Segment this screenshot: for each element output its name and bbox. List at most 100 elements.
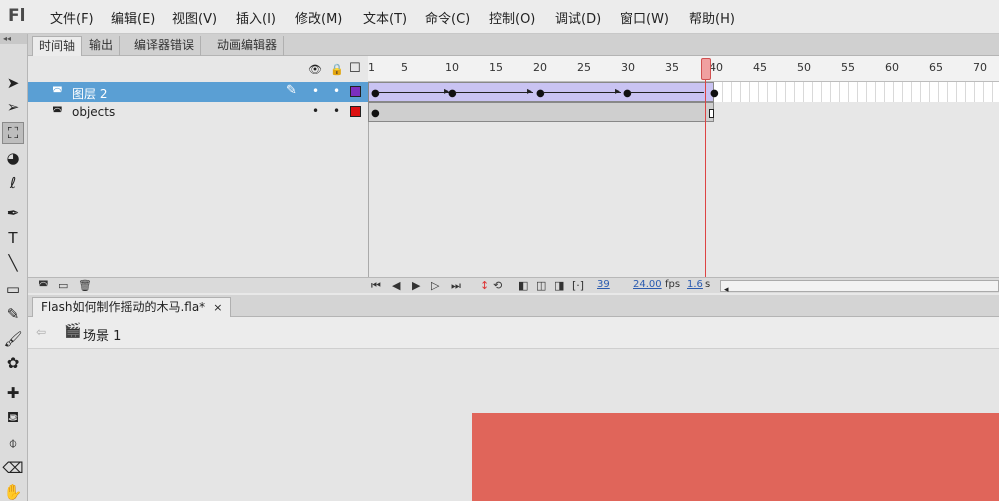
stage-canvas[interactable] (472, 413, 999, 501)
new-folder-icon[interactable]: ▭ (58, 279, 68, 292)
text-tool-icon[interactable]: T (2, 227, 24, 249)
tab-compiler-errors[interactable]: 编译器错误 (128, 36, 202, 56)
panel-tab-bar: 时间轴 输出 编译器错误 动画编辑器 (28, 34, 999, 56)
bone-tool-icon[interactable]: ✚ (2, 382, 24, 404)
layer-name[interactable]: 图层 2 (72, 85, 107, 102)
pencil-tool-icon[interactable]: ✎ (2, 303, 24, 325)
subselection-tool-icon[interactable]: ➢ (2, 96, 24, 118)
frame-ruler[interactable]: 1 5 10 15 20 25 30 35 40 45 50 55 60 65 … (368, 56, 999, 82)
center-frame-icon[interactable]: ↕ (480, 279, 489, 292)
frames-row[interactable]: ● (368, 102, 999, 122)
frame-end-marker[interactable] (709, 109, 714, 118)
menu-file[interactable]: 文件(F) (50, 8, 94, 27)
onion-markers-icon[interactable]: [·] (572, 279, 584, 292)
menu-view[interactable]: 视图(V) (172, 8, 217, 27)
menu-text[interactable]: 文本(T) (363, 8, 407, 27)
layer-color-swatch[interactable] (350, 86, 361, 97)
lock-icon[interactable]: 🔒 (330, 63, 344, 76)
outline-icon[interactable]: ☐ (349, 61, 361, 76)
elapsed-time[interactable]: 1.6 (687, 279, 703, 290)
ruler-label: 55 (841, 61, 855, 74)
elapsed-unit: s (705, 279, 711, 290)
keyframe[interactable]: ● (448, 88, 457, 99)
play-icon[interactable]: ▶ (412, 279, 420, 292)
menu-control[interactable]: 控制(O) (489, 8, 535, 27)
playhead-line (705, 80, 706, 293)
layer-name[interactable]: objects (72, 105, 115, 119)
layer-header: 👁 🔒 ☐ (28, 56, 368, 82)
document-tab[interactable]: Flash如何制作摇动的木马.fla* × (32, 297, 232, 317)
eyedropper-tool-icon[interactable]: ⌽ (2, 432, 24, 454)
hand-tool-icon[interactable]: ✋ (2, 481, 24, 501)
menu-modify[interactable]: 修改(M) (295, 8, 342, 27)
ruler-label: 5 (401, 61, 408, 74)
go-last-frame-icon[interactable]: ⏭ (451, 279, 461, 293)
keyframe[interactable]: ● (710, 88, 719, 99)
selection-tool-icon[interactable]: ➤ (2, 72, 24, 94)
tab-output[interactable]: 输出 (83, 36, 121, 56)
3d-rotation-tool-icon[interactable]: ◕ (2, 147, 24, 169)
eye-icon[interactable]: 👁 (308, 63, 322, 76)
tab-timeline[interactable]: 时间轴 (32, 36, 83, 56)
tab-motion-editor[interactable]: 动画编辑器 (211, 36, 285, 56)
menu-help[interactable]: 帮助(H) (689, 8, 735, 27)
lasso-tool-icon[interactable]: ℓ (2, 172, 24, 194)
layer-row[interactable]: ◚ 图层 2 ✎ • • (28, 82, 368, 102)
lock-dot[interactable]: • (333, 104, 340, 118)
menu-window[interactable]: 窗口(W) (620, 8, 669, 27)
menu-edit[interactable]: 编辑(E) (111, 8, 155, 27)
deco-tool-icon[interactable]: ✿ (2, 352, 24, 374)
tween-arrow (543, 92, 621, 93)
ruler-label: 65 (929, 61, 943, 74)
menu-insert[interactable]: 插入(I) (236, 8, 276, 27)
free-transform-tool-icon[interactable]: ⛶ (2, 122, 24, 144)
onion-skin-icon[interactable]: ◧ (518, 279, 528, 292)
frames-row[interactable]: ● ▸ ● ▸ ● ▸ ● ● (368, 82, 999, 102)
step-back-icon[interactable]: ◀ (392, 279, 400, 292)
close-icon[interactable]: × (213, 301, 222, 314)
timeline-scrollbar[interactable]: ◂ (720, 280, 999, 295)
layer-row[interactable]: ◚ objects • • (28, 102, 368, 122)
onion-outline-icon[interactable]: ◫ (536, 279, 546, 292)
clapperboard-icon: 🎬 (64, 323, 82, 339)
pen-tool-icon[interactable]: ✒ (2, 202, 24, 224)
new-layer-icon[interactable]: ◚ (38, 279, 49, 292)
line-tool-icon[interactable]: ╲ (2, 252, 24, 274)
keyframe[interactable]: ● (536, 88, 545, 99)
scene-label[interactable]: 场景 1 (83, 325, 121, 344)
keyframe[interactable]: ● (623, 88, 632, 99)
static-span[interactable] (368, 102, 714, 122)
ruler-label: 20 (533, 61, 547, 74)
current-frame[interactable]: 39 (597, 279, 610, 290)
arrow-head-icon: ▸ (527, 86, 533, 97)
back-arrow-icon[interactable]: ⇦ (36, 325, 46, 339)
frame-rate[interactable]: 24.00 (633, 279, 662, 290)
delete-layer-icon[interactable]: 🗑 (78, 279, 92, 292)
eraser-tool-icon[interactable]: ⌫ (2, 457, 24, 479)
keyframe[interactable]: ● (371, 108, 380, 119)
menu-commands[interactable]: 命令(C) (425, 8, 470, 27)
visibility-dot[interactable]: • (312, 104, 319, 118)
menu-debug[interactable]: 调试(D) (555, 8, 601, 27)
ruler-label: 25 (577, 61, 591, 74)
lock-dot[interactable]: • (333, 84, 340, 98)
collapse-panel-button[interactable]: ◂◂ (0, 34, 27, 44)
loop-icon[interactable]: ⟲ (493, 279, 502, 292)
document-tab-label: Flash如何制作摇动的木马.fla* (41, 300, 206, 314)
timeline-panel: 👁 🔒 ☐ 1 5 10 15 20 25 30 35 40 45 50 55 … (28, 56, 999, 295)
brush-tool-icon[interactable]: 🖌 (2, 328, 24, 350)
empty-frames[interactable] (714, 82, 999, 102)
keyframe[interactable]: ● (371, 88, 380, 99)
edit-multiple-frames-icon[interactable]: ◨ (554, 279, 564, 292)
step-forward-icon[interactable]: ▷ (431, 279, 439, 292)
menu-bar: Fl 文件(F) 编辑(E) 视图(V) 插入(I) 修改(M) 文本(T) 命… (0, 0, 999, 34)
ruler-label: 35 (665, 61, 679, 74)
playhead[interactable] (701, 58, 711, 80)
paint-bucket-tool-icon[interactable]: ⛾ (2, 407, 24, 429)
ruler-label: 1 (368, 61, 375, 74)
go-first-frame-icon[interactable]: ⏮ (371, 279, 381, 293)
layer-color-swatch[interactable] (350, 106, 361, 117)
visibility-dot[interactable]: • (312, 84, 319, 98)
scroll-left-icon[interactable]: ◂ (721, 285, 729, 295)
rectangle-tool-icon[interactable]: ▭ (2, 278, 24, 300)
